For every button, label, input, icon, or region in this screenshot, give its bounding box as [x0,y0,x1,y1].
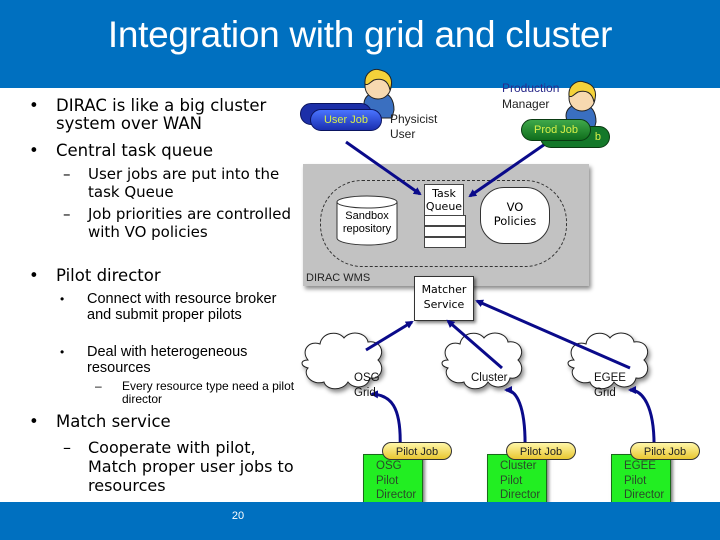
cloud-label-cluster: Cluster [471,372,508,384]
arrow-userjob-to-taskqueue [345,140,422,196]
sub-bullet-item: • Deal with heterogeneous resources [60,344,248,376]
physicist-user-label: Physicist User [390,112,438,141]
sub-bullet-item: – User jobs are put into the task Queue [63,165,280,201]
bullet-marker: • [29,96,39,115]
page-number: 20 [231,510,245,522]
egee-pilot-director: EGEE Pilot Director [611,454,671,508]
arrow-prodjob-to-taskqueue [468,140,549,198]
sub-bullet-item: – Cooperate with pilot, Match proper user… [63,438,294,495]
dash-marker: – [63,165,71,183]
dash-marker: – [95,379,102,393]
bullet-marker: • [29,141,39,160]
sub-sub-bullet-item: – Every resource type need a pilot direct… [95,379,295,406]
dirac-wms-diagram: Sandbox repository Task Queue VO Policie… [290,60,720,520]
arrow-egeepilot-to-cloud [628,386,656,451]
bullet-marker: • [29,412,39,431]
dash-marker: – [63,205,71,223]
bullet-item: • DIRAC is like a big cluster system over… [29,96,267,133]
user-job-pill: User Job [310,109,382,131]
bullet-marker: • [60,292,65,306]
bullet-item: • Match service [29,412,171,431]
production-manager-label: Production Manager [502,81,560,111]
arrow-clusterpilot-to-cloud [504,386,527,451]
cloud-label-osg: OSG Grid [354,372,380,399]
sub-bullet-item: • Connect with resource broker and submit… [60,291,277,323]
egee-pilot-job-pill: Pilot Job [630,442,700,460]
cluster-pilot-job-pill: Pilot Job [506,442,576,460]
bullet-marker: • [60,345,65,359]
sub-bullet-item: – Job priorities are controlled with VO p… [63,205,292,241]
bullet-marker: • [29,266,39,285]
slide-footer: 20 [0,502,720,540]
osg-pilot-director: OSG Pilot Director [363,454,423,508]
bullet-list: • DIRAC is like a big cluster system over… [0,0,300,500]
cluster-pilot-director: Cluster Pilot Director [487,454,547,508]
osg-pilot-job-pill: Pilot Job [382,442,452,460]
bullet-item: • Pilot director [29,266,161,285]
dash-marker: – [63,438,71,457]
prod-job-pill: Prod Job [521,119,591,141]
cloud-label-egee: EGEE Grid [594,372,626,399]
bullet-item: • Central task queue [29,141,213,160]
arrow-osg-to-matcher [365,320,414,352]
